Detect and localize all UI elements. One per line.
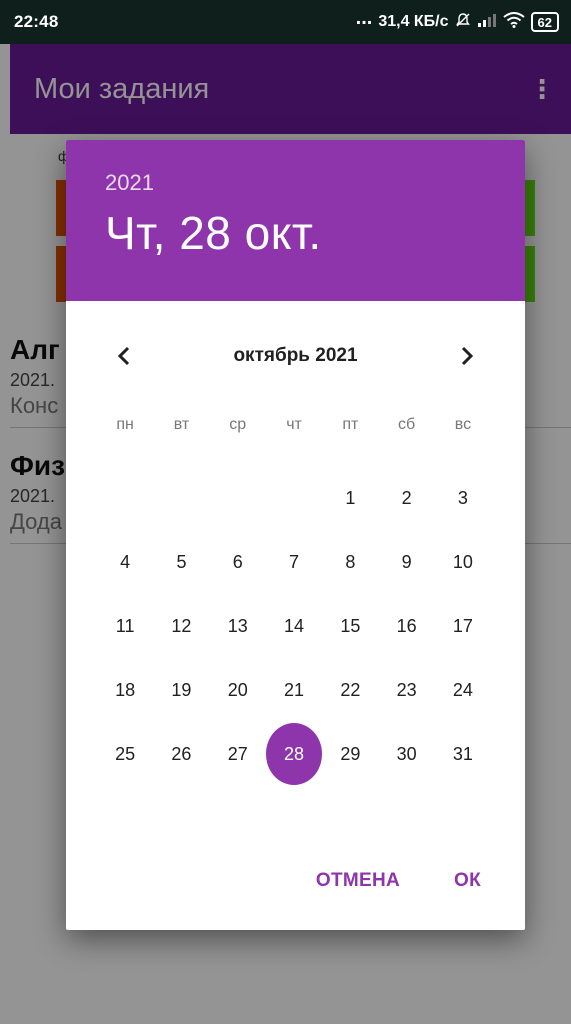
calendar-day-number: 16 (396, 615, 417, 636)
cancel-button[interactable]: ОТМЕНА (316, 870, 400, 892)
calendar-empty-cell (266, 466, 322, 530)
weekday-label: ср (229, 416, 247, 433)
weekday-header: пн вт ср чт пт сб вс (97, 416, 491, 434)
calendar-day[interactable]: 11 (97, 594, 153, 658)
dialog-actions: ОТМЕНА ОК (316, 870, 481, 892)
calendar-day[interactable]: 9 (378, 530, 434, 594)
calendar-day[interactable]: 4 (97, 530, 153, 594)
calendar-day[interactable]: 20 (210, 658, 266, 722)
calendar-day-number: 26 (171, 743, 192, 764)
weekday-label: вт (173, 416, 190, 433)
calendar-day[interactable]: 26 (153, 722, 209, 786)
calendar-day-number: 18 (115, 679, 136, 700)
network-speed: 31,4 КБ/с (378, 13, 449, 30)
calendar-day-number: 12 (171, 615, 192, 636)
calendar-day-selected[interactable]: 28 (265, 722, 323, 786)
next-month-button[interactable] (449, 338, 485, 374)
calendar-grid: 1 2 3 4 5 6 7 8 9 10 11 12 13 14 15 16 17 18 19 20 21 22 23 24 2… (97, 466, 491, 786)
calendar-day[interactable]: 6 (210, 530, 266, 594)
calendar-day[interactable]: 16 (378, 594, 434, 658)
calendar-day-number: 21 (284, 679, 305, 700)
calendar-day[interactable]: 10 (435, 530, 491, 594)
calendar-day-number: 20 (227, 679, 248, 700)
calendar-day-number: 11 (115, 615, 135, 636)
calendar-day-number: 28 (265, 723, 323, 785)
date-picker-dialog: 2021 Чт, 28 окт. октябрь 2021 пн вт ср чт пт… (66, 140, 525, 930)
calendar-day[interactable]: 27 (210, 722, 266, 786)
weekday-label: пн (116, 416, 134, 433)
calendar-day-number: 4 (120, 551, 131, 572)
calendar-day[interactable]: 14 (266, 594, 322, 658)
status-time: 22:48 (14, 12, 59, 31)
calendar-day-number: 9 (401, 551, 412, 572)
notifications-off-icon (455, 12, 471, 32)
chevron-left-icon (117, 346, 130, 366)
calendar-day-number: 25 (115, 743, 136, 764)
calendar-day[interactable]: 23 (378, 658, 434, 722)
calendar-day[interactable]: 7 (266, 530, 322, 594)
calendar-day[interactable]: 3 (435, 466, 491, 530)
calendar-day-number: 23 (396, 679, 417, 700)
calendar-day[interactable]: 29 (322, 722, 378, 786)
date-picker-header: 2021 Чт, 28 окт. (66, 140, 525, 301)
calendar-day-number: 31 (452, 743, 473, 764)
status-icons: ... 31,4 КБ/с 62 (356, 8, 559, 33)
calendar-day-number: 27 (227, 743, 248, 764)
calendar-day-number: 19 (171, 679, 192, 700)
calendar-day[interactable]: 19 (153, 658, 209, 722)
weekday-label: сб (398, 416, 416, 433)
calendar-day-number: 3 (457, 487, 468, 508)
calendar-day[interactable]: 5 (153, 530, 209, 594)
calendar-day[interactable]: 31 (435, 722, 491, 786)
month-label: октябрь 2021 (233, 345, 358, 366)
weekday-label: чт (286, 416, 302, 433)
calendar-day[interactable]: 24 (435, 658, 491, 722)
calendar-empty-cell (210, 466, 266, 530)
calendar-day[interactable]: 18 (97, 658, 153, 722)
calendar-day-number: 8 (345, 551, 356, 572)
weekday-label: пт (342, 416, 359, 433)
calendar-day[interactable]: 2 (378, 466, 434, 530)
calendar-day-number: 22 (340, 679, 361, 700)
calendar-day-number: 5 (176, 551, 187, 572)
chevron-right-icon (461, 346, 474, 366)
previous-month-button[interactable] (106, 338, 142, 374)
signal-icon (477, 13, 497, 32)
calendar-day[interactable]: 12 (153, 594, 209, 658)
more-notifications-icon: ... (355, 7, 373, 29)
calendar-day[interactable]: 21 (266, 658, 322, 722)
ok-button[interactable]: ОК (454, 870, 481, 892)
calendar-day[interactable]: 30 (378, 722, 434, 786)
battery-icon: 62 (530, 12, 559, 32)
calendar-day-number: 14 (284, 615, 305, 636)
status-bar: 22:48 ... 31,4 КБ/с 62 (0, 0, 571, 44)
calendar-day-number: 6 (232, 551, 243, 572)
calendar-day-number: 7 (289, 551, 300, 572)
calendar-day-number: 1 (345, 487, 356, 508)
calendar-day[interactable]: 15 (322, 594, 378, 658)
weekday-label: вс (454, 416, 472, 433)
calendar-day[interactable]: 13 (210, 594, 266, 658)
calendar-empty-cell (97, 466, 153, 530)
calendar-day[interactable]: 17 (435, 594, 491, 658)
calendar-day-number: 30 (396, 743, 417, 764)
calendar-day-number: 24 (452, 679, 473, 700)
calendar-day-number: 17 (452, 615, 473, 636)
calendar-day[interactable]: 1 (322, 466, 378, 530)
wifi-icon (502, 11, 525, 33)
calendar-day[interactable]: 8 (322, 530, 378, 594)
calendar-day-number: 2 (401, 487, 412, 508)
selected-year[interactable]: 2021 (105, 170, 525, 196)
calendar-empty-cell (153, 466, 209, 530)
month-navigation: октябрь 2021 (66, 338, 525, 374)
selected-date[interactable]: Чт, 28 окт. (105, 206, 525, 260)
calendar-day-number: 13 (227, 615, 248, 636)
calendar-day[interactable]: 22 (322, 658, 378, 722)
calendar-day-number: 15 (340, 615, 361, 636)
battery-level: 62 (537, 14, 552, 30)
calendar-day-number: 29 (340, 743, 361, 764)
calendar-day[interactable]: 25 (97, 722, 153, 786)
calendar-day-number: 10 (452, 551, 473, 572)
